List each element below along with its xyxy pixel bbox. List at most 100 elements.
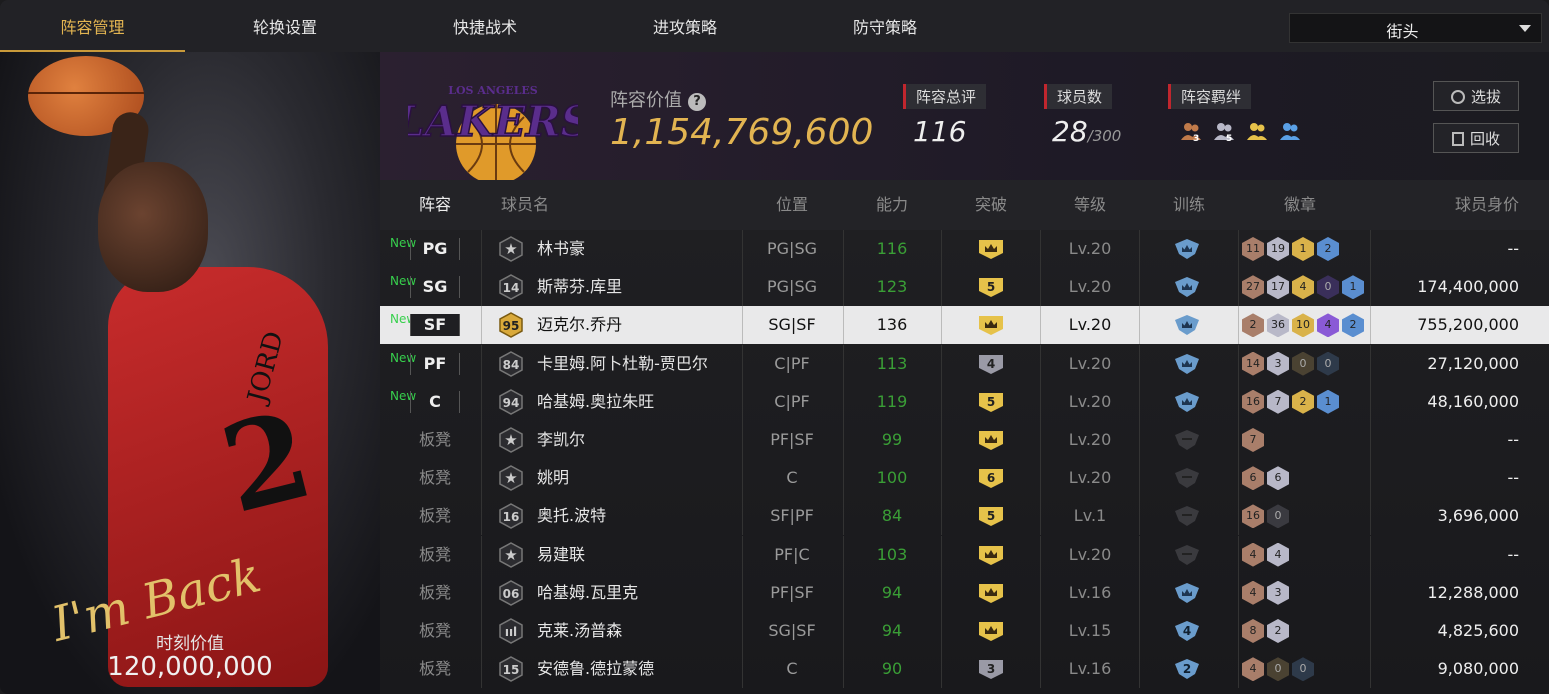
training-badge-icon[interactable]: 4 <box>1173 620 1201 642</box>
gold-bond-icon <box>1246 120 1268 142</box>
slot-position[interactable]: PF <box>410 352 460 375</box>
scout-button[interactable]: 选拔 <box>1433 81 1519 111</box>
column-divider <box>1238 650 1239 689</box>
training-locked-icon[interactable] <box>1173 429 1201 451</box>
svg-text:84: 84 <box>503 358 520 372</box>
training-badge-icon[interactable] <box>1173 391 1201 413</box>
player-name[interactable]: 克莱.汤普森 <box>537 612 622 650</box>
svg-text:94: 94 <box>503 396 520 410</box>
col-breakthrough[interactable]: 突破 <box>941 180 1041 230</box>
training-badge-icon[interactable] <box>1173 353 1201 375</box>
column-divider <box>1370 535 1371 574</box>
table-row[interactable]: New PG ★ 林书豪 PG|SG 116 Lv.20 11 19 1 2 -- <box>380 230 1549 268</box>
col-ability[interactable]: 能力 <box>842 180 942 230</box>
player-market-value: 9,080,000 <box>1437 659 1519 679</box>
lineup-bond-stat[interactable]: 阵容羁绊 <box>1168 84 1252 109</box>
player-rank-hex-icon: 14 <box>499 274 523 301</box>
col-player-name[interactable]: 球员名 <box>501 180 549 230</box>
crown-shield-icon <box>979 240 1003 259</box>
col-training[interactable]: 训练 <box>1139 180 1239 230</box>
col-player-value[interactable]: 球员身价 <box>1455 180 1519 230</box>
tab-defense-strategy[interactable]: 防守策略 <box>785 0 985 52</box>
table-row[interactable]: 板凳 ★ 易建联 PF|C 103 Lv.20 4 4 -- <box>380 535 1549 574</box>
training-badge-icon[interactable] <box>1173 276 1201 298</box>
featured-player-card[interactable]: JORD 2 I'm Back 时刻价值 120,000,000 <box>0 52 380 694</box>
recycle-button[interactable]: 回收 <box>1433 123 1519 153</box>
table-row[interactable]: New PF 84 卡里姆.阿卜杜勒-贾巴尔 C|PF 113 4 Lv.20 14 3… <box>380 344 1549 383</box>
player-name[interactable]: 迈克尔.乔丹 <box>537 306 622 344</box>
col-position[interactable]: 位置 <box>742 180 842 230</box>
badge-list[interactable]: 11 19 1 2 <box>1242 237 1342 261</box>
badge-list[interactable]: 16 0 <box>1242 504 1292 529</box>
player-level: Lv.16 <box>1068 659 1112 679</box>
bond-icons[interactable]: 3 5 <box>1180 120 1307 146</box>
badge-list[interactable]: 66 <box>1242 466 1292 491</box>
player-name[interactable]: 姚明 <box>537 459 569 497</box>
player-position: PF|C <box>774 544 810 564</box>
badge-hex-icon: 1 <box>1342 275 1364 300</box>
badge-list[interactable]: 16 7 2 1 <box>1242 389 1342 414</box>
badge-hex-icon: 4 <box>1317 313 1339 338</box>
column-divider <box>1238 268 1239 307</box>
table-row[interactable]: New SF 95 迈克尔.乔丹 SG|SF 136 Lv.20 2 36 10 4 2 755… <box>380 306 1549 345</box>
tab-rotation-settings[interactable]: 轮换设置 <box>185 0 385 52</box>
slot-position[interactable]: SG <box>410 276 460 299</box>
badge-list[interactable]: 7 <box>1242 428 1267 452</box>
table-row[interactable]: 板凳 16 奥托.波特 SF|PF 84 5 Lv.1 16 0 3,696,000 <box>380 497 1549 536</box>
badge-hex-icon: 6 <box>1267 466 1289 491</box>
training-badge-icon[interactable]: 2 <box>1173 658 1201 680</box>
player-name[interactable]: 哈基姆.奥拉朱旺 <box>537 383 654 421</box>
slot-position[interactable]: SF <box>410 314 460 337</box>
player-name[interactable]: 斯蒂芬.库里 <box>537 268 622 306</box>
badge-list[interactable]: 14 3 0 0 <box>1242 351 1342 376</box>
slot-position[interactable]: PG <box>410 238 460 260</box>
lineup-screen: 阵容管理 轮换设置 快捷战术 进攻策略 防守策略 街头 JORD 2 I'm B… <box>0 0 1549 694</box>
col-lineup[interactable]: 阵容 <box>380 180 490 230</box>
player-position: C|PF <box>774 353 810 373</box>
help-icon[interactable]: ? <box>688 93 706 111</box>
table-row[interactable]: New C 94 哈基姆.奥拉朱旺 C|PF 119 5 Lv.20 16 7 2 1 48,… <box>380 382 1549 421</box>
badge-list[interactable]: 43 <box>1242 580 1292 605</box>
badge-hex-icon: 0 <box>1292 351 1314 376</box>
col-badges[interactable]: 徽章 <box>1250 180 1350 230</box>
mode-dropdown[interactable]: 街头 <box>1289 13 1542 43</box>
table-row[interactable]: 板凳 15 安德鲁.德拉蒙德 C 90 3 Lv.16 2 4 0 0 9,080,000 <box>380 650 1549 689</box>
training-locked-icon[interactable] <box>1173 505 1201 527</box>
player-name[interactable]: 卡里姆.阿卜杜勒-贾巴尔 <box>537 345 708 383</box>
logo-city-text: LOS ANGELES <box>448 84 538 97</box>
tab-quick-tactics[interactable]: 快捷战术 <box>385 0 585 52</box>
training-locked-icon[interactable] <box>1173 544 1201 566</box>
badge-list[interactable]: 44 <box>1242 542 1292 567</box>
player-name[interactable]: 哈基姆.瓦里克 <box>537 574 638 612</box>
player-name[interactable]: 李凯尔 <box>537 421 585 459</box>
player-market-value: -- <box>1507 544 1519 564</box>
player-name[interactable]: 易建联 <box>537 536 585 574</box>
column-divider <box>1238 535 1239 574</box>
breakthrough-level-shield-icon: 3 <box>979 660 1003 680</box>
tab-lineup-management[interactable]: 阵容管理 <box>0 0 185 52</box>
badge-list[interactable]: 27 17 4 0 1 <box>1242 275 1367 300</box>
table-row[interactable]: 板凳 06 哈基姆.瓦里克 PF|SF 94 Lv.16 4 3 12,288,000 <box>380 573 1549 612</box>
table-row[interactable]: 板凳 ııl 克莱.汤普森 SG|SF 94 Lv.15 4 8 2 4,825,600 <box>380 612 1549 650</box>
badge-list[interactable]: 2 36 10 4 2 <box>1242 313 1367 338</box>
player-name[interactable]: 奥托.波特 <box>537 497 606 535</box>
slot-position[interactable]: C <box>410 390 460 413</box>
player-market-value: -- <box>1507 430 1519 449</box>
training-locked-icon[interactable] <box>1173 467 1201 489</box>
tab-offense-strategy[interactable]: 进攻策略 <box>585 0 785 52</box>
training-badge-icon[interactable] <box>1173 238 1201 260</box>
badge-list[interactable]: 82 <box>1242 619 1292 643</box>
player-rank-hex-icon: ııl <box>499 618 523 644</box>
player-ability: 119 <box>876 391 908 411</box>
player-name[interactable]: 安德鲁.德拉蒙德 <box>537 650 654 688</box>
table-row[interactable]: 板凳 ★ 姚明 C 100 6 Lv.20 6 6 -- <box>380 459 1549 498</box>
table-row[interactable]: 板凳 ★ 李凯尔 PF|SF 99 Lv.20 7 -- <box>380 421 1549 459</box>
player-level: Lv.20 <box>1068 353 1112 373</box>
badge-list[interactable]: 400 <box>1242 657 1317 682</box>
player-name[interactable]: 林书豪 <box>537 230 585 268</box>
col-level[interactable]: 等级 <box>1040 180 1140 230</box>
blue-bond-icon <box>1279 120 1301 142</box>
training-badge-icon[interactable] <box>1173 582 1201 604</box>
training-badge-icon[interactable] <box>1173 314 1201 336</box>
table-row[interactable]: New SG 14 斯蒂芬.库里 PG|SG 123 5 Lv.20 27 17 4 0 1 1… <box>380 268 1549 307</box>
